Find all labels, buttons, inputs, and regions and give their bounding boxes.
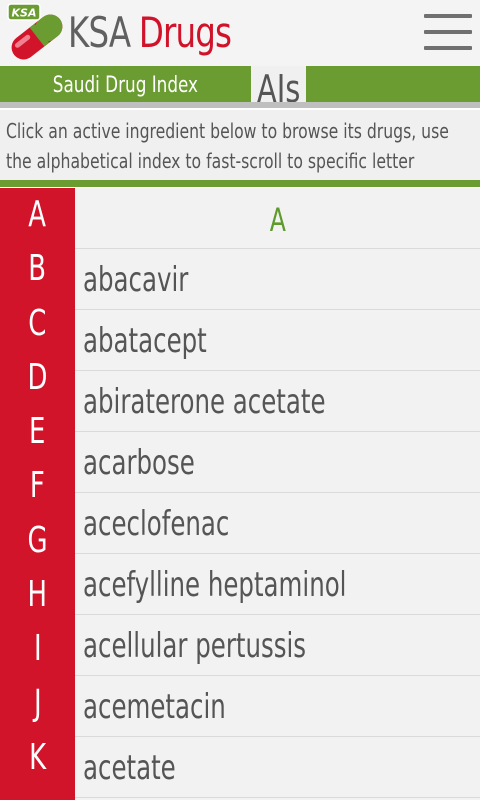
alphabet-index: ABCDEFGHIJK	[0, 188, 75, 800]
ingredient-item[interactable]: abiraterone acetate	[75, 371, 480, 432]
instructions-text: Click an active ingredient below to brow…	[0, 110, 480, 180]
ingredient-item[interactable]: acellular pertussis	[75, 615, 480, 676]
ingredient-item[interactable]: acefylline heptaminol	[75, 554, 480, 615]
title-divider	[0, 102, 480, 108]
alphabet-letter-h[interactable]: H	[0, 568, 75, 622]
alphabet-letter-b[interactable]: B	[0, 242, 75, 296]
alphabet-letter-d[interactable]: D	[0, 351, 75, 405]
alphabet-letter-g[interactable]: G	[0, 514, 75, 568]
ingredient-item[interactable]: abatacept	[75, 310, 480, 371]
ingredient-item[interactable]: acarbose	[75, 432, 480, 493]
logo-badge-text: KSA	[12, 7, 37, 20]
brand-drugs: Drugs	[138, 8, 232, 57]
page-title: Saudi Drug Index	[52, 73, 198, 98]
alphabet-letter-f[interactable]: F	[0, 459, 75, 513]
pill-logo-icon: KSA	[7, 3, 63, 60]
ingredient-item[interactable]: aceclofenac	[75, 493, 480, 554]
app-title: KSA Drugs	[68, 8, 232, 58]
ingredient-item[interactable]: acetate	[75, 737, 480, 798]
brand-ksa: KSA	[68, 8, 131, 57]
hamburger-menu-icon[interactable]	[420, 10, 476, 56]
ingredient-item[interactable]: abacavir	[75, 249, 480, 310]
alphabet-letter-e[interactable]: E	[0, 405, 75, 459]
alphabet-letter-k[interactable]: K	[0, 731, 75, 785]
alphabet-letter-c[interactable]: C	[0, 297, 75, 351]
alphabet-letter-i[interactable]: I	[0, 622, 75, 676]
ingredient-list: A abacavir abatacept abiraterone acetate ac…	[75, 188, 480, 800]
section-header: A	[75, 188, 480, 249]
app-header: KSA KSA Drugs	[0, 0, 480, 66]
alphabet-letter-j[interactable]: J	[0, 677, 75, 731]
alphabet-letter-a[interactable]: A	[0, 188, 75, 242]
ingredient-item[interactable]: acemetacin	[75, 676, 480, 737]
section-divider	[0, 180, 480, 187]
